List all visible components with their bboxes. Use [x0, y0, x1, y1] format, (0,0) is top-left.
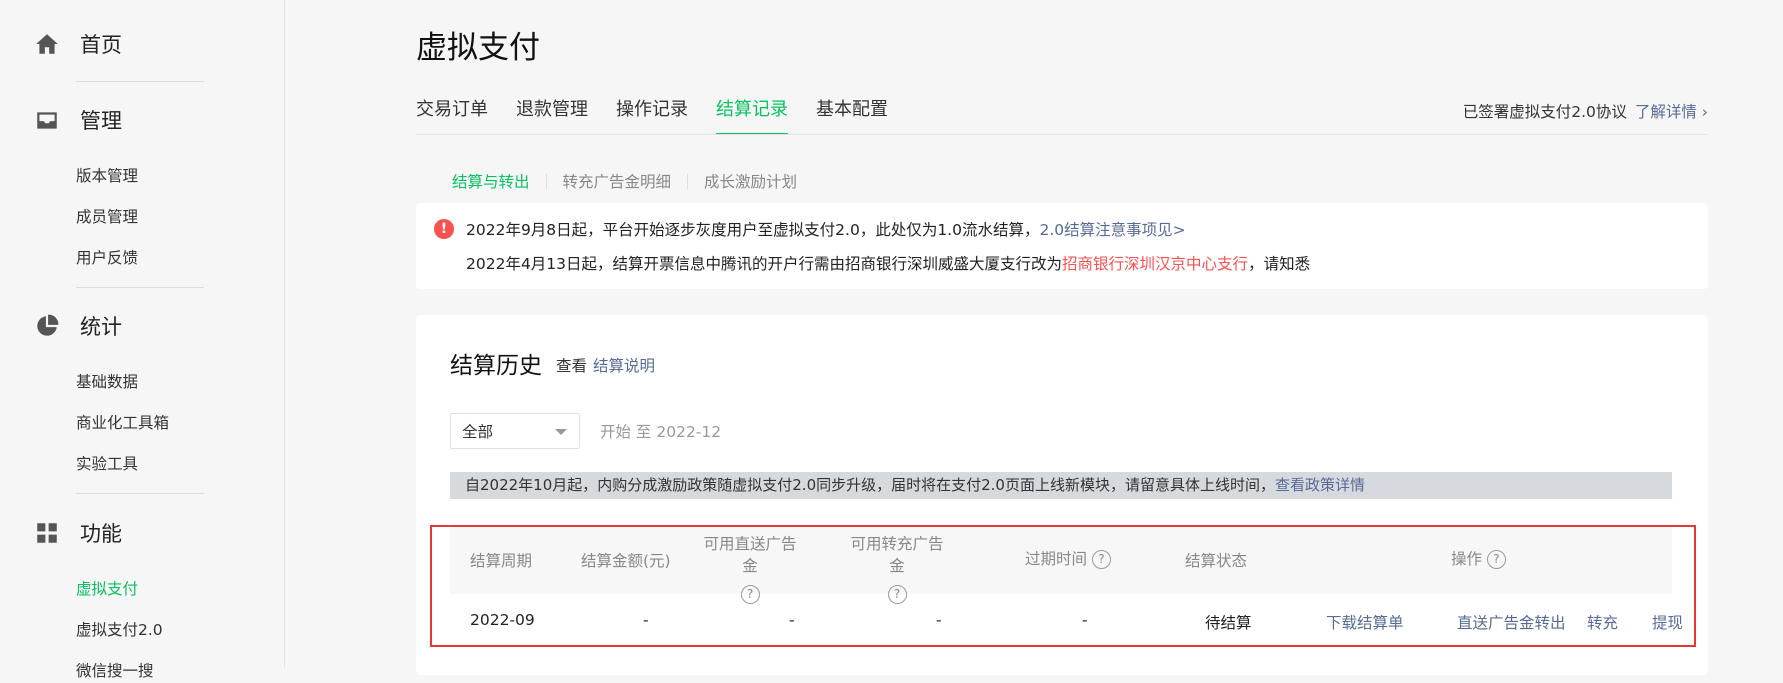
nav-group-label: 管理 [80, 109, 122, 133]
divider [76, 493, 204, 494]
sidebar-item-basic-data[interactable]: 基础数据 [76, 370, 138, 394]
nav-group-label: 统计 [80, 315, 122, 339]
policy-link[interactable]: 查看政策详情 [1275, 476, 1365, 494]
divider [76, 287, 204, 288]
nav-group-features: 功能 [34, 515, 122, 551]
subtab-settlement-transfer[interactable]: 结算与转出 [452, 170, 530, 192]
inbox-icon [37, 112, 57, 129]
home-icon [36, 34, 58, 54]
sidebar-item-virtual-pay[interactable]: 虚拟支付 [76, 577, 138, 601]
section-title: 结算历史 [450, 353, 542, 379]
settlement-help: 查看 结算说明 [556, 354, 655, 376]
agreement-status: 已签署虚拟支付2.0协议 了解详情 › [1463, 100, 1708, 122]
notice-bank-name: 招商银行深圳汉京中心支行 [1062, 255, 1249, 273]
tab-bar: 交易订单 退款管理 操作记录 结算记录 基本配置 [416, 96, 916, 136]
subtab-growth-plan[interactable]: 成长激励计划 [704, 170, 797, 192]
chevron-down-icon [555, 429, 567, 435]
sidebar-item-toolbox[interactable]: 商业化工具箱 [76, 411, 169, 435]
pie-chart-icon [37, 314, 59, 336]
subtab-ad-credit-detail[interactable]: 转充广告金明细 [563, 170, 672, 192]
notice-text: 2022年9月8日起，平台开始逐步灰度用户至虚拟支付2.0，此处仅为1.0流水结… [466, 221, 1040, 239]
sidebar: 首页 管理 版本管理 成员管理 用户反馈 统计 基础数据 商业化工具箱 实验工具… [0, 0, 285, 680]
view-label: 查看 [556, 357, 588, 375]
sidebar-item-virtual-pay-2[interactable]: 虚拟支付2.0 [76, 618, 163, 642]
sidebar-item-members[interactable]: 成员管理 [76, 205, 138, 229]
agreement-link[interactable]: 了解详情 › [1635, 103, 1708, 121]
nav-home[interactable]: 首页 [34, 26, 122, 62]
sidebar-item-experiments[interactable]: 实验工具 [76, 452, 138, 476]
notice-text: ，请知悉 [1248, 255, 1311, 273]
divider [545, 173, 547, 189]
notice-line-1: 2022年9月8日起，平台开始逐步灰度用户至虚拟支付2.0，此处仅为1.0流水结… [466, 218, 1186, 240]
tab-refunds[interactable]: 退款管理 [516, 96, 588, 136]
divider [76, 81, 204, 82]
highlight-box [430, 525, 1696, 647]
notice-line-2: 2022年4月13日起，结算开票信息中腾讯的开户行需由招商银行深圳威盛大厦支行改… [466, 252, 1310, 274]
settlement-help-link[interactable]: 结算说明 [593, 357, 655, 375]
policy-banner: 自2022年10月起，内购分成激励政策随虚拟支付2.0同步升级，届时将在支付2.… [450, 472, 1672, 499]
warning-icon: ! [434, 219, 454, 239]
tab-config[interactable]: 基本配置 [816, 96, 888, 136]
nav-home-label: 首页 [80, 33, 122, 57]
grid-icon [37, 523, 57, 543]
tab-operations[interactable]: 操作记录 [616, 96, 688, 136]
date-range[interactable]: 开始 至 2022-12 [600, 420, 721, 442]
subtab-bar: 结算与转出 转充广告金明细 成长激励计划 [452, 170, 797, 192]
status-filter-select[interactable]: 全部 [450, 413, 580, 449]
notice-text: 2022年4月13日起，结算开票信息中腾讯的开户行需由招商银行深圳威盛大厦支行改… [466, 255, 1063, 273]
nav-group-manage: 管理 [34, 102, 122, 138]
notice-link[interactable]: 2.0结算注意事项见> [1039, 221, 1185, 239]
tab-settlement[interactable]: 结算记录 [716, 96, 788, 136]
sidebar-item-version[interactable]: 版本管理 [76, 164, 138, 188]
divider [687, 173, 689, 189]
select-value: 全部 [462, 423, 494, 441]
page-title: 虚拟支付 [416, 30, 540, 66]
nav-group-label: 功能 [80, 522, 122, 546]
sidebar-item-feedback[interactable]: 用户反馈 [76, 246, 138, 270]
nav-group-stats: 统计 [34, 308, 122, 344]
tab-orders[interactable]: 交易订单 [416, 96, 488, 136]
tabs-divider [416, 134, 1708, 135]
notice-box: ! 2022年9月8日起，平台开始逐步灰度用户至虚拟支付2.0，此处仅为1.0流… [416, 203, 1708, 289]
sidebar-item-search[interactable]: 微信搜一搜 [76, 659, 154, 683]
agreement-text: 已签署虚拟支付2.0协议 [1462, 103, 1627, 121]
banner-text: 自2022年10月起，内购分成激励政策随虚拟支付2.0同步升级，届时将在支付2.… [465, 476, 1275, 494]
